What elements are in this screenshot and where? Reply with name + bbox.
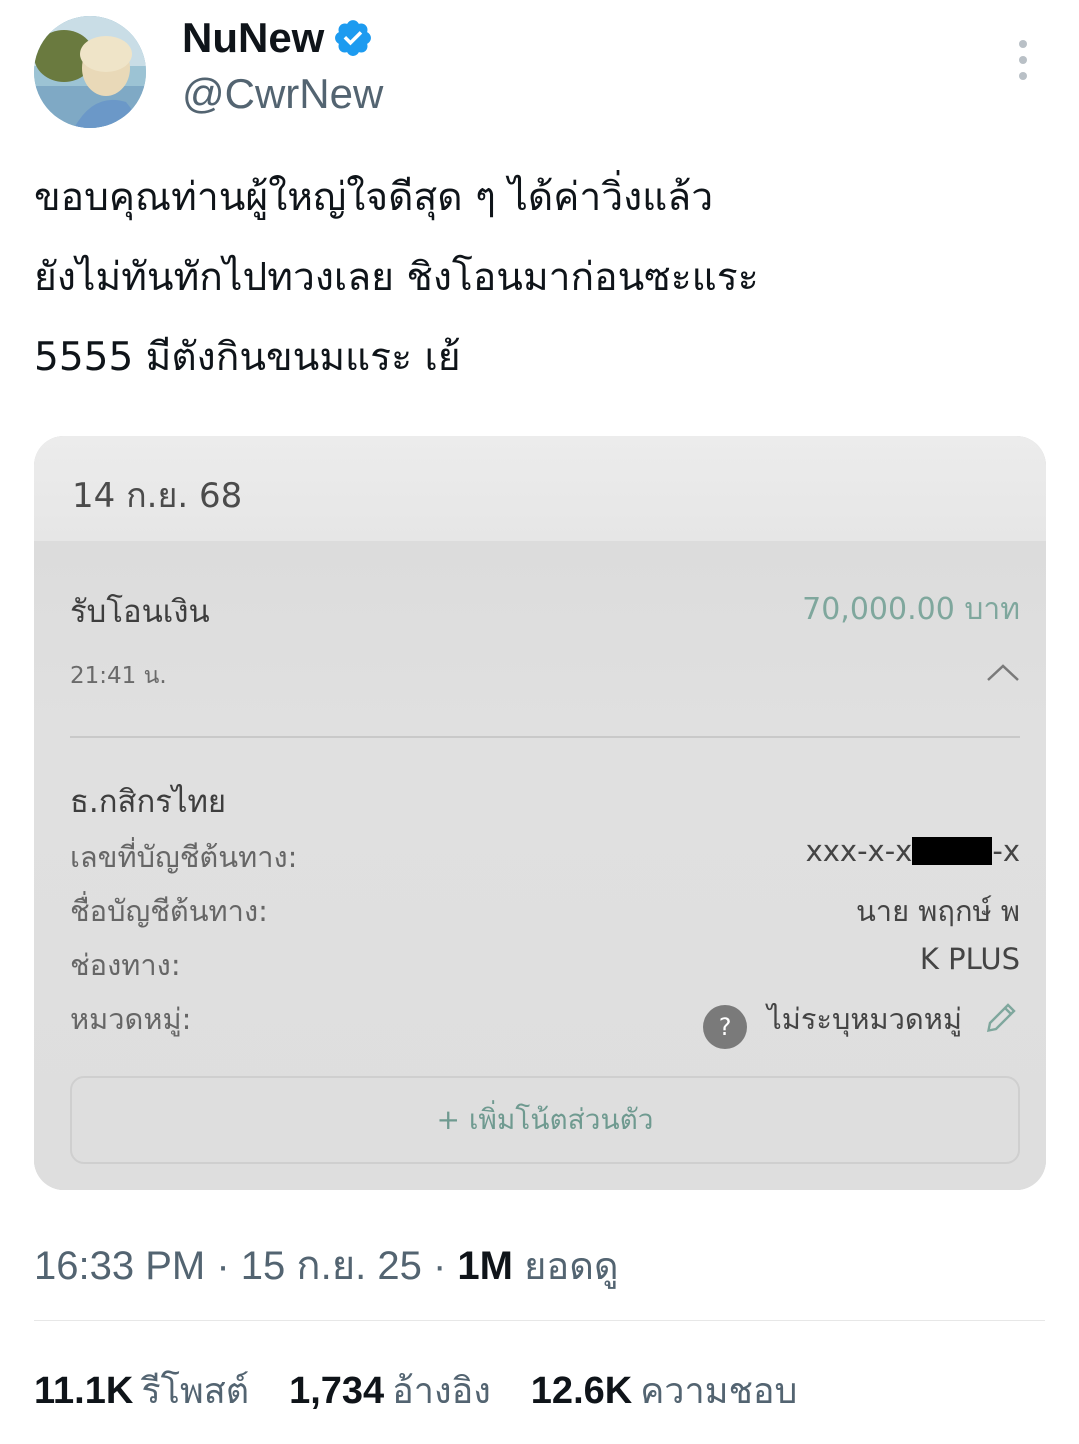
author-avatar[interactable] [34, 16, 146, 128]
slip-row-category: หมวดหมู่: ? ไม่ระบุหมวดหมู่ [70, 996, 1020, 1049]
reposts-count[interactable]: 11.1K [34, 1370, 133, 1412]
tweet-meta: 16:33 PM · 15 ก.ย. 25 · 1M ยอดดู [34, 1244, 619, 1288]
author-display-name[interactable]: NuNew [182, 14, 324, 62]
likes-count[interactable]: 12.6K [531, 1370, 632, 1412]
tweet-time[interactable]: 16:33 PM [34, 1244, 205, 1288]
slip-date: 14 ก.ย. 68 [72, 476, 243, 516]
tweet-text: ขอบคุณท่านผู้ใหญ่ใจดีสุด ๆ ได้ค่าวิ่งแล้… [34, 175, 759, 380]
slip-amount: 70,000.00 บาท [802, 592, 1020, 627]
chevron-up-icon [987, 664, 1019, 681]
stats-divider [34, 1320, 1045, 1321]
verified-badge-icon [335, 20, 372, 56]
attached-photo[interactable]: 14 ก.ย. 68 รับโอนเงิน 70,000.00 บาท 21:4… [34, 436, 1046, 1190]
account-suffix: -x [992, 834, 1020, 868]
slip-divider [70, 736, 1020, 738]
slip-row-key: เลขที่บัญชีต้นทาง: [70, 840, 298, 874]
slip-time: 21:41 น. [70, 663, 167, 689]
slip-bank: ธ.กสิกรไทย [70, 784, 227, 820]
slip-row-value: ? ไม่ระบุหมวดหมู่ [703, 996, 1020, 1049]
slip-row-account-name: ชื่อบัญชีต้นทาง: นาย พฤกษ์ พ [70, 888, 1020, 928]
views-label: ยอดดู [524, 1244, 619, 1288]
quotes-label[interactable]: อ้างอิง [392, 1371, 491, 1412]
account-prefix: xxx-x-x [805, 834, 913, 868]
pencil-icon [986, 1003, 1016, 1033]
slip-row-key: ชื่อบัญชีต้นทาง: [70, 894, 268, 928]
slip-row-value: นาย พฤกษ์ พ [855, 894, 1020, 928]
add-note-button: + เพิ่มโน้ตส่วนตัว [70, 1076, 1020, 1164]
tweet-date[interactable]: 15 ก.ย. 25 [241, 1244, 422, 1288]
slip-row-value: xxx-x-x -x [806, 834, 1020, 868]
question-icon: ? [703, 1005, 748, 1049]
slip-row-key: หมวดหมู่: [70, 1002, 192, 1036]
tweet-stats: 11.1K รีโพสต์ 1,734 อ้างอิง 12.6K ความชอบ [34, 1362, 837, 1419]
slip-row-value: K PLUS [919, 942, 1020, 976]
reposts-label[interactable]: รีโพสต์ [141, 1371, 249, 1412]
redaction-box [912, 837, 993, 865]
more-options-icon[interactable] [1008, 40, 1038, 80]
views-count: 1M [457, 1244, 513, 1288]
slip-transaction-label: รับโอนเงิน [70, 594, 210, 630]
slip-row-channel: ช่องทาง: K PLUS [70, 942, 1020, 982]
likes-label[interactable]: ความชอบ [640, 1371, 797, 1412]
slip-row-account: เลขที่บัญชีต้นทาง: xxx-x-x -x [70, 834, 1020, 874]
quotes-count[interactable]: 1,734 [289, 1370, 384, 1412]
category-value: ไม่ระบุหมวดหมู่ [767, 1002, 962, 1036]
author-handle[interactable]: @CwrNew [182, 70, 383, 118]
slip-row-key: ช่องทาง: [70, 948, 181, 982]
